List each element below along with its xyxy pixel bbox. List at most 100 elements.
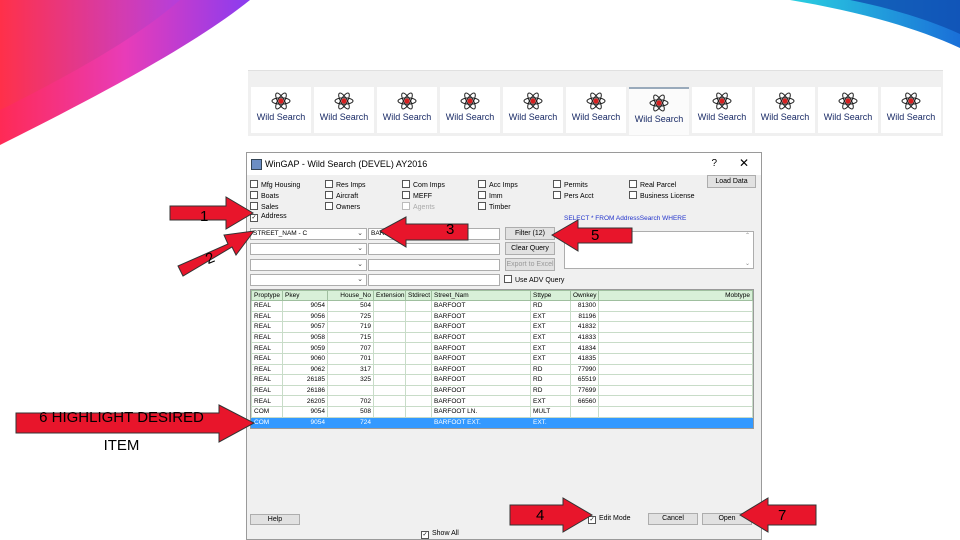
- checkbox-business-license[interactable]: Business License: [629, 191, 694, 200]
- column-header[interactable]: Mobtype: [598, 290, 753, 301]
- field-select-2[interactable]: ⌄: [250, 243, 367, 255]
- table-cell: [598, 395, 753, 407]
- checkbox-imm[interactable]: Imm: [478, 191, 503, 200]
- checkbox-res-imps[interactable]: Res Imps: [325, 180, 366, 189]
- checkbox-box[interactable]: [478, 191, 486, 199]
- checkbox-box-checked[interactable]: ✓: [421, 531, 429, 539]
- table-cell: [598, 363, 753, 376]
- filter-button[interactable]: Filter (12): [505, 227, 555, 240]
- column-header[interactable]: House_No: [327, 290, 374, 301]
- wild-search-button[interactable]: Wild Search: [377, 87, 437, 133]
- checkbox-box[interactable]: [629, 180, 637, 188]
- chevron-down-icon[interactable]: ⌄: [357, 260, 363, 270]
- chevron-down-icon[interactable]: ⌄: [357, 229, 363, 239]
- checkbox-pers-acct[interactable]: Pers Acct: [553, 191, 594, 200]
- checkbox-timber[interactable]: Timber: [478, 202, 511, 211]
- table-cell: [598, 405, 753, 418]
- cancel-button[interactable]: Cancel: [648, 513, 698, 525]
- checkbox-box[interactable]: [325, 191, 333, 199]
- scroll-down-icon[interactable]: ⌄: [745, 260, 750, 267]
- table-cell: 41833: [570, 331, 599, 344]
- checkbox-box[interactable]: [553, 191, 561, 199]
- table-row[interactable]: COM 9054 508 BARFOOT LN. MULT: [251, 405, 753, 418]
- table-row[interactable]: REAL 9062 317 BARFOOT RD 77990: [251, 363, 753, 376]
- help-icon[interactable]: ?: [711, 158, 717, 169]
- wild-search-button[interactable]: Wild Search: [755, 87, 815, 133]
- table-cell: REAL: [251, 321, 283, 333]
- table-cell: [598, 384, 753, 397]
- wild-search-button[interactable]: Wild Search: [503, 87, 563, 133]
- table-row[interactable]: REAL 26185 325 BARFOOT RD 65519: [251, 374, 753, 386]
- checkbox-mfg-housing[interactable]: Mfg Housing: [250, 180, 300, 189]
- checkbox-box[interactable]: [629, 191, 637, 199]
- wild-search-button[interactable]: Wild Search: [440, 87, 500, 133]
- close-icon[interactable]: ✕: [739, 156, 749, 170]
- checkbox-box[interactable]: [325, 202, 333, 210]
- atom-icon: [901, 92, 921, 110]
- chevron-down-icon[interactable]: ⌄: [357, 275, 363, 285]
- column-header[interactable]: Sttype: [530, 290, 571, 301]
- wild-search-button[interactable]: Wild Search: [566, 87, 626, 133]
- wild-search-label: Wild Search: [319, 112, 369, 122]
- table-row[interactable]: REAL 9057 719 BARFOOT EXT 41832: [251, 321, 753, 333]
- table-row[interactable]: REAL 9056 725 BARFOOT EXT 81196: [251, 310, 753, 323]
- field-value-input-4[interactable]: [368, 274, 500, 286]
- scroll-up-icon[interactable]: ⌃: [745, 232, 750, 239]
- table-cell: 26185: [282, 374, 328, 386]
- checkbox-real-parcel[interactable]: Real Parcel: [629, 180, 676, 189]
- checkbox-box[interactable]: [402, 191, 410, 199]
- checkbox-label: Show All: [432, 530, 459, 537]
- wild-search-button[interactable]: Wild Search: [818, 87, 878, 133]
- checkbox-label: Acc Imps: [489, 182, 518, 189]
- column-header[interactable]: Pkey: [282, 290, 328, 301]
- checkbox-show-all[interactable]: ✓ Show All: [421, 530, 459, 539]
- checkbox-box[interactable]: [478, 180, 486, 188]
- help-button[interactable]: Help: [250, 514, 300, 525]
- clear-query-button[interactable]: Clear Query: [505, 242, 555, 255]
- wild-search-button[interactable]: Wild Search: [251, 87, 311, 133]
- wild-search-label: Wild Search: [697, 112, 747, 122]
- table-cell: 81196: [570, 310, 599, 323]
- checkbox-permits[interactable]: Permits: [553, 180, 588, 189]
- column-header[interactable]: Extension: [373, 290, 406, 301]
- wild-search-button[interactable]: Wild Search: [692, 87, 752, 133]
- checkbox-edit-mode[interactable]: ✓ Edit Mode: [588, 515, 631, 524]
- checkbox-box[interactable]: [402, 180, 410, 188]
- wild-search-button[interactable]: Wild Search: [314, 87, 374, 133]
- checkbox-use-adv-query[interactable]: Use ADV Query: [504, 275, 564, 284]
- column-header[interactable]: Ownkey: [570, 290, 599, 301]
- table-row[interactable]: REAL 9060 701 BARFOOT EXT 41835: [251, 352, 753, 365]
- table-cell: [598, 416, 753, 429]
- load-data-button[interactable]: Load Data: [707, 175, 756, 188]
- field-select-4[interactable]: ⌄: [250, 274, 367, 286]
- checkbox-box[interactable]: [553, 180, 561, 188]
- checkbox-acc-imps[interactable]: Acc Imps: [478, 180, 518, 189]
- table-row[interactable]: REAL 9058 715 BARFOOT EXT 41833: [251, 331, 753, 344]
- checkbox-meff[interactable]: MEFF: [402, 191, 432, 200]
- table-row[interactable]: REAL 26186 BARFOOT RD 77699: [251, 384, 753, 397]
- field-select-3[interactable]: ⌄: [250, 259, 367, 271]
- table-row[interactable]: COM 9054 724 BARFOOT EXT. EXT.: [251, 416, 753, 429]
- checkbox-box[interactable]: [504, 275, 512, 283]
- checkbox-owners[interactable]: Owners: [325, 202, 360, 211]
- checkbox-com-imps[interactable]: Com Imps: [402, 180, 445, 189]
- table-body: REAL 9054 504 BARFOOT RD 81300 REAL 9056 725 BARF…: [251, 300, 753, 429]
- table-row[interactable]: REAL 26205 702 BARFOOT EXT 66560: [251, 395, 753, 407]
- checkbox-aircraft[interactable]: Aircraft: [325, 191, 358, 200]
- checkbox-box[interactable]: [478, 202, 486, 210]
- column-header[interactable]: Stdirect: [405, 290, 432, 301]
- checkbox-box[interactable]: [250, 180, 258, 188]
- checkbox-box[interactable]: [325, 180, 333, 188]
- wild-search-button[interactable]: Wild Search: [881, 87, 941, 133]
- field-select-1[interactable]: STREET_NAM - C ⌄: [250, 228, 367, 240]
- column-header[interactable]: Proptype: [251, 290, 283, 301]
- wild-search-button[interactable]: Wild Search: [629, 87, 689, 135]
- table-row[interactable]: REAL 9054 504 BARFOOT RD 81300: [251, 300, 753, 312]
- column-header[interactable]: Street_Nam: [431, 290, 531, 301]
- top-left-swoosh-decoration: [0, 0, 250, 145]
- table-cell: [373, 384, 406, 397]
- table-row[interactable]: REAL 9059 707 BARFOOT EXT 41834: [251, 342, 753, 354]
- field-value-input-3[interactable]: [368, 259, 500, 271]
- table-cell: [405, 300, 432, 312]
- chevron-down-icon[interactable]: ⌄: [357, 244, 363, 254]
